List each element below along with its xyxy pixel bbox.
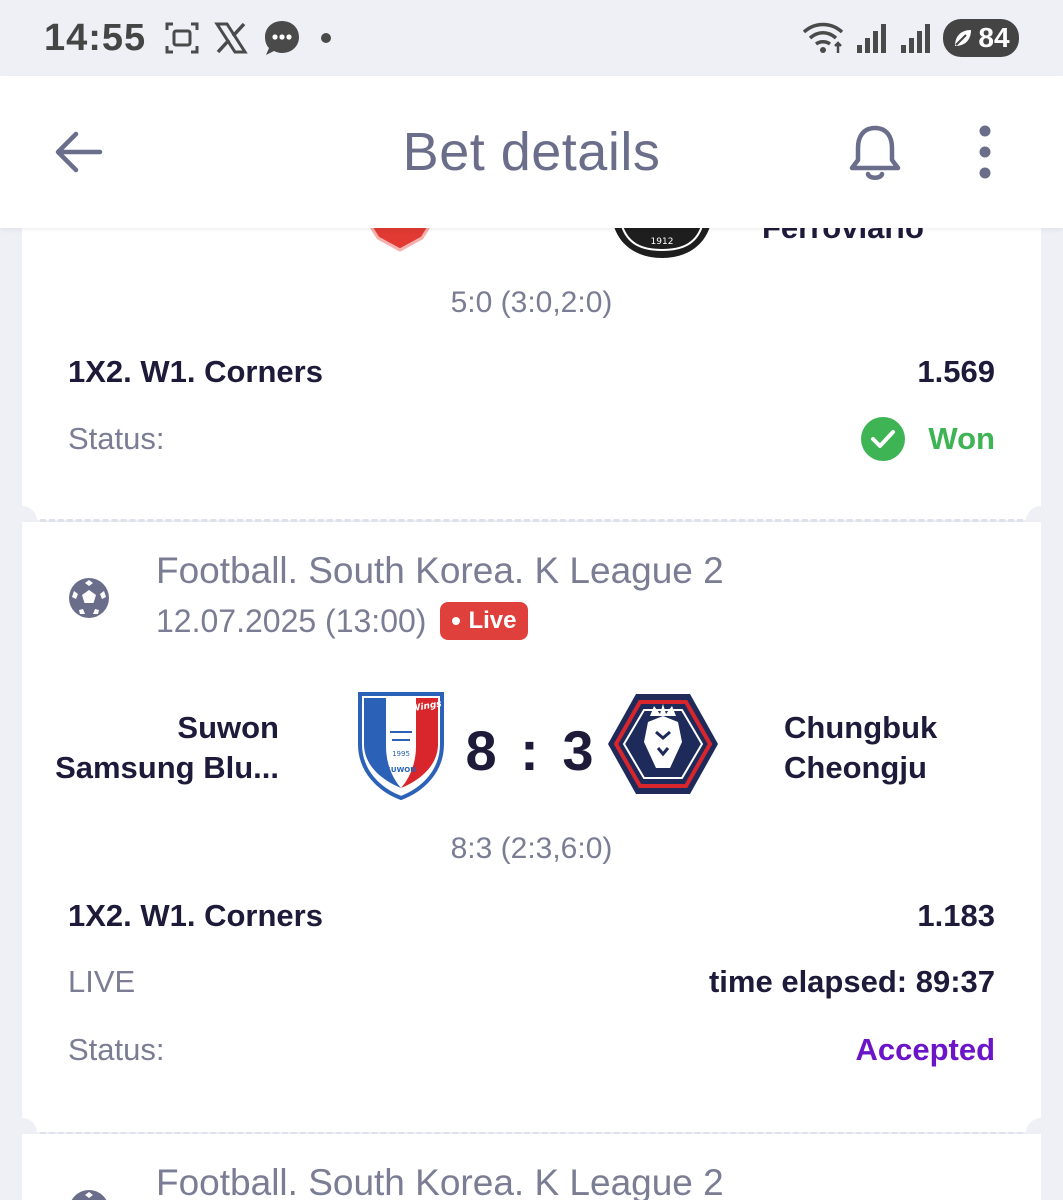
signal-icon [901,24,930,53]
messages-icon [265,21,300,55]
status-icons-left [164,18,336,58]
team-away-line2: Cheongju [784,750,927,785]
status-label: Status: [68,1032,165,1067]
more-vertical-icon[interactable] [968,122,1002,182]
status-label: Status: [68,421,165,456]
bell-icon[interactable] [846,122,904,184]
status-bar: 14:55 84 [0,0,1063,76]
market-row: 1X2. W1. Corners 1.183 [68,898,995,934]
leaf-icon [955,30,972,46]
team-away-name: Chungbuk Cheongju [784,708,937,788]
live-badge-label: Live [468,607,517,634]
live-row: LIVE time elapsed: 89:37 [68,964,995,1000]
signal-icon [857,24,886,53]
check-circle-icon [861,417,906,461]
status-row: Status: Accepted [68,1032,995,1068]
status-icons-right: 84 [801,19,1019,57]
status-time: 14:55 [44,16,147,59]
bet-card-3: Football. South Korea. K League 2 [22,1134,1041,1200]
battery-indicator: 84 [943,19,1019,57]
back-arrow-icon[interactable] [50,124,106,180]
score-detail: 8:3 (2:3,6:0) [450,832,613,865]
odds-value: 1.183 [917,898,995,933]
market-name: 1X2. W1. Corners [68,354,323,389]
market-name: 1X2. W1. Corners [68,898,323,933]
score-detail: 5:0 (3:0,2:0) [450,286,613,319]
wifi-icon [802,22,844,53]
x-logo-icon [214,22,248,54]
league-block: Football. South Korea. K League 2 12.07.… [156,550,724,640]
status-value: Won [928,421,995,456]
live-label: LIVE [68,964,136,999]
time-elapsed: time elapsed: 89:37 [708,964,995,999]
status-value: Accepted [855,1032,995,1067]
match-datetime: 12.07.2025 (13:00) [156,602,427,639]
dot-icon [321,33,332,43]
status-row: Status: Won [68,416,995,462]
odds-value: 1.569 [917,354,995,389]
league-name: Football. South Korea. K League 2 [156,550,724,591]
crest-year: 1912 [651,237,674,247]
screenshot-icon [165,22,199,54]
team-away-line1: Chungbuk [784,710,938,745]
market-row: 1X2. W1. Corners 1.569 [68,354,995,390]
screen: 14:55 84 Bet details 1912 5:0 (3:0,2:0) … [0,0,1063,1200]
app-bar: Bet details [0,76,1063,228]
status-won: Won [860,416,995,462]
date-row: 12.07.2025 (13:00) Live [156,602,724,640]
football-icon [69,578,109,618]
battery-level: 84 [978,22,1010,53]
bet-card-2: Football. South Korea. K League 2 12.07.… [22,522,1041,1132]
league-block: Football. South Korea. K League 2 [156,1162,724,1200]
league-name: Football. South Korea. K League 2 [156,1162,724,1200]
football-icon [71,1190,107,1200]
live-dot [452,617,461,625]
bet-card-1: 1912 Ferroviario 5:0 (3:0,2:0) 1X2. W1. … [22,210,1041,520]
live-badge: Live [440,602,529,640]
team-away-crest [608,694,718,794]
